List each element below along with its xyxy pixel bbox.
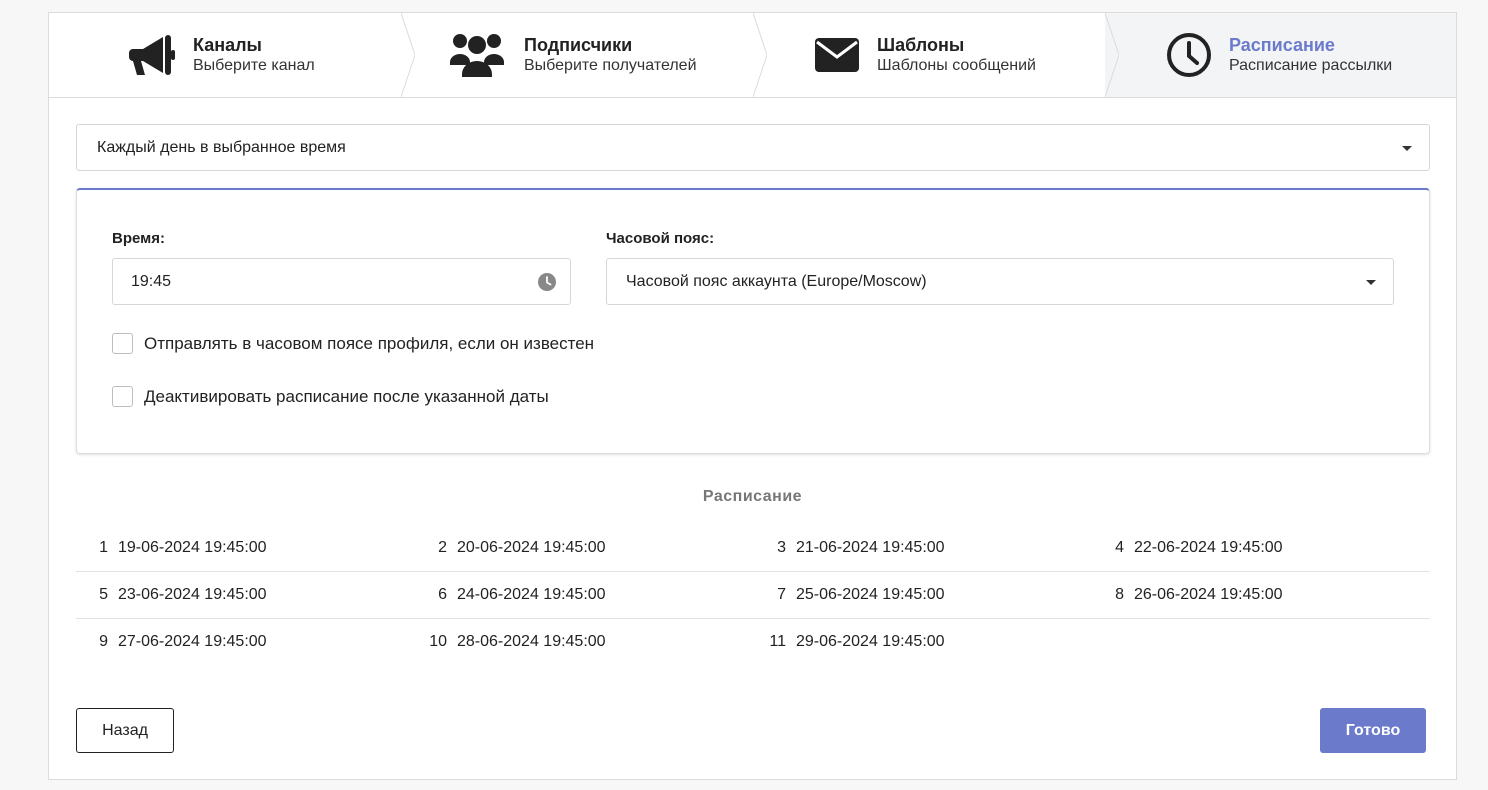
schedule-item: 2 20-06-2024 19:45:00 (415, 525, 606, 571)
schedule-item-number: 5 (99, 586, 108, 603)
chevron-down-icon (1366, 280, 1376, 285)
timezone-select-value: Часовой пояс аккаунта (Europe/Moscow) (626, 272, 927, 290)
schedule-item: 7 25-06-2024 19:45:00 (754, 572, 945, 618)
deactivate-schedule-option[interactable]: Деактивировать расписание после указанно… (112, 386, 549, 407)
deactivate-schedule-label: Деактивировать расписание после указанно… (144, 386, 549, 406)
schedule-item: 5 23-06-2024 19:45:00 (76, 572, 267, 618)
back-button[interactable]: Назад (76, 708, 174, 753)
schedule-item-date: 28-06-2024 19:45:00 (457, 633, 606, 650)
schedule-item: 8 26-06-2024 19:45:00 (1092, 572, 1283, 618)
users-icon (447, 30, 507, 80)
schedule-item-date: 24-06-2024 19:45:00 (457, 586, 606, 603)
step-subtitle: Выберите канал (193, 57, 315, 74)
schedule-item-number: 7 (777, 586, 786, 603)
clock-icon (538, 273, 556, 296)
wizard-card: Каналы Выберите канал Подписчики Выберит… (48, 12, 1457, 780)
schedule-item-number: 9 (99, 633, 108, 650)
schedule-item: 9 27-06-2024 19:45:00 (76, 619, 267, 665)
step-subtitle: Шаблоны сообщений (877, 57, 1036, 74)
timezone-select[interactable]: Часовой пояс аккаунта (Europe/Moscow) (606, 258, 1394, 305)
schedule-row: 9 27-06-2024 19:45:00 10 28-06-2024 19:45:… (76, 619, 1430, 666)
schedule-item: 4 22-06-2024 19:45:00 (1092, 525, 1283, 571)
step-title: Каналы (193, 35, 262, 55)
schedule-item: 10 28-06-2024 19:45:00 (415, 619, 606, 665)
schedule-item: 3 21-06-2024 19:45:00 (754, 525, 945, 571)
wizard-steps: Каналы Выберите канал Подписчики Выберит… (49, 13, 1456, 98)
schedule-item-number: 1 (99, 539, 108, 556)
schedule-item-date: 21-06-2024 19:45:00 (796, 539, 945, 556)
schedule-row: 5 23-06-2024 19:45:00 6 24-06-2024 19:45:0… (76, 572, 1430, 619)
schedule-item: 6 24-06-2024 19:45:00 (415, 572, 606, 618)
megaphone-icon (123, 30, 183, 80)
step-arrow-divider (401, 13, 415, 97)
step-schedule[interactable]: Расписание Расписание рассылки (1105, 13, 1456, 97)
time-input-value: 19:45 (131, 272, 172, 290)
step-subtitle: Расписание рассылки (1229, 57, 1393, 74)
step-subscribers[interactable]: Подписчики Выберите получателей (401, 13, 767, 97)
schedule-item-number: 4 (1115, 539, 1124, 556)
chevron-down-icon (1402, 146, 1412, 151)
time-label: Время: (112, 230, 165, 247)
step-title: Расписание (1229, 35, 1335, 55)
step-title: Подписчики (524, 35, 633, 55)
schedule-item-date: 19-06-2024 19:45:00 (118, 539, 267, 556)
profile-timezone-label: Отправлять в часовом поясе профиля, если… (144, 333, 595, 353)
step-arrow-divider (753, 13, 767, 97)
schedule-item-date: 22-06-2024 19:45:00 (1134, 539, 1283, 556)
profile-timezone-option[interactable]: Отправлять в часовом поясе профиля, если… (112, 333, 594, 354)
schedule-item-date: 20-06-2024 19:45:00 (457, 539, 606, 556)
schedule-item-date: 29-06-2024 19:45:00 (796, 633, 945, 650)
done-button[interactable]: Готово (1320, 708, 1426, 753)
schedule-item-date: 26-06-2024 19:45:00 (1134, 586, 1283, 603)
schedule-item-number: 2 (438, 539, 447, 556)
schedule-item-date: 23-06-2024 19:45:00 (118, 586, 267, 603)
schedule-title: Расписание (702, 488, 803, 505)
schedule-item-date: 25-06-2024 19:45:00 (796, 586, 945, 603)
schedule-item: 11 29-06-2024 19:45:00 (754, 619, 945, 665)
schedule-settings-panel: Время: 19:45 Часовой пояс: Часовой пояс … (76, 188, 1430, 454)
timezone-label: Часовой пояс: (606, 230, 715, 247)
frequency-select-value: Каждый день в выбранное время (97, 138, 346, 156)
step-subtitle: Выберите получателей (524, 57, 697, 74)
profile-timezone-checkbox[interactable] (112, 333, 133, 354)
frequency-select[interactable]: Каждый день в выбранное время (76, 124, 1430, 171)
envelope-icon (807, 30, 867, 80)
step-templates[interactable]: Шаблоны Шаблоны сообщений (753, 13, 1119, 97)
schedule-item-number: 10 (429, 633, 447, 650)
schedule-item-number: 8 (1115, 586, 1124, 603)
schedule-item-number: 6 (438, 586, 447, 603)
schedule-item-date: 27-06-2024 19:45:00 (118, 633, 267, 650)
schedule-item: 1 19-06-2024 19:45:00 (76, 525, 267, 571)
step-channels[interactable]: Каналы Выберите канал (49, 13, 415, 97)
schedule-row: 1 19-06-2024 19:45:00 2 20-06-2024 19:45:0… (76, 525, 1430, 572)
schedule-item-number: 11 (769, 633, 786, 650)
step-title: Шаблоны (877, 35, 965, 55)
deactivate-schedule-checkbox[interactable] (112, 386, 133, 407)
step-arrow-divider (1105, 13, 1119, 97)
time-input[interactable]: 19:45 (112, 258, 571, 305)
schedule-item-number: 3 (777, 539, 786, 556)
clock-icon (1159, 30, 1219, 80)
